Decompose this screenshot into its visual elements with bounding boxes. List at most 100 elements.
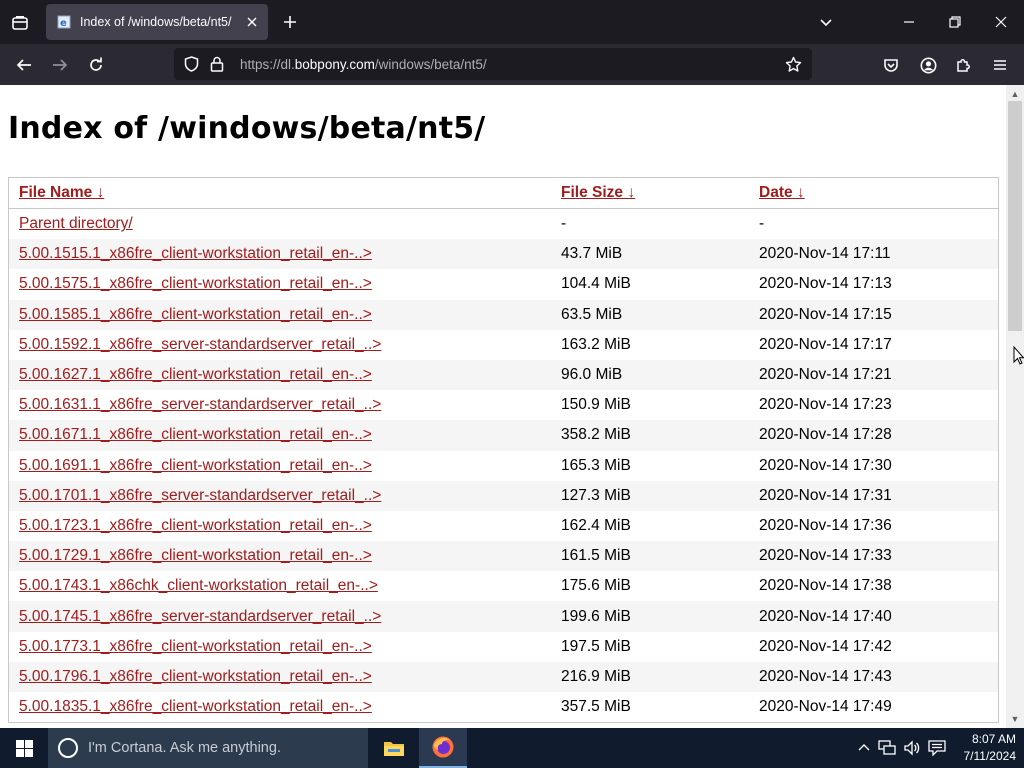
table-row: 5.00.1729.1_x86fre_client-workstation_re… [9,541,998,572]
file-date-cell: 2020-Nov-14 17:30 [759,456,892,474]
menu-button[interactable] [985,50,1015,80]
taskbar-file-explorer[interactable] [370,728,418,768]
file-date-cell: 2020-Nov-14 17:43 [749,661,998,692]
windows-taskbar: I'm Cortana. Ask me anything. 8:07 AM 7/… [0,728,1024,768]
page-title: Index of /windows/beta/nt5/ [8,111,486,146]
file-link[interactable]: 5.00.1671.1_x86fre_client-workstation_re… [19,426,372,443]
file-name-cell: Parent directory/ [9,209,551,239]
scroll-down-button[interactable]: ▼ [1006,711,1024,727]
file-name-cell: 5.00.1701.1_x86fre_server-standardserver… [9,480,551,511]
reload-button[interactable] [81,50,111,80]
file-link[interactable]: 5.00.1585.1_x86fre_client-workstation_re… [19,306,372,323]
file-name-cell: 5.00.1745.1_x86fre_server-standardserver… [9,601,551,632]
account-button[interactable] [913,50,943,80]
table-row: 5.00.1743.1_x86chk_client-workstation_re… [9,571,998,601]
file-link[interactable]: 5.00.1691.1_x86fre_client-workstation_re… [19,457,372,474]
close-tab-button[interactable] [240,10,264,34]
sort-by-name-link[interactable]: File Name ↓ [19,184,104,201]
url-path: /windows/beta/nt5/ [374,56,487,72]
file-name-cell: 5.00.1773.1_x86fre_client-workstation_re… [9,632,551,662]
file-link[interactable]: 5.00.1796.1_x86fre_client-workstation_re… [19,668,372,685]
file-link[interactable]: 5.00.1627.1_x86fre_client-workstation_re… [19,366,372,383]
tracking-protection-button[interactable] [178,48,204,80]
cortana-search-box[interactable]: I'm Cortana. Ask me anything. [48,728,368,768]
url-text[interactable]: https://dl.bobpony.com/windows/beta/nt5/ [240,57,487,72]
file-name-cell: 5.00.1631.1_x86fre_server-standardserver… [9,390,551,420]
file-name-cell: 5.00.1723.1_x86fre_client-workstation_re… [9,511,551,541]
start-button[interactable] [0,728,48,768]
restore-icon [949,16,961,28]
shield-icon [184,56,198,72]
file-name-cell: 5.00.1671.1_x86fre_client-workstation_re… [9,420,551,451]
scroll-thumb[interactable] [1008,101,1022,331]
file-name-cell: 5.00.1729.1_x86fre_client-workstation_re… [9,541,551,572]
pocket-button[interactable] [876,50,906,80]
extensions-button[interactable] [949,50,979,80]
parent-directory-link[interactable]: Parent directory/ [19,215,133,232]
table-row: 5.00.1691.1_x86fre_client-workstation_re… [9,451,998,481]
file-link[interactable]: 5.00.1592.1_x86fre_server-standardserver… [19,336,381,353]
network-icon [878,740,896,755]
pocket-icon [884,59,898,72]
scroll-up-button[interactable]: ▲ [1006,86,1024,102]
file-link[interactable]: 5.00.1575.1_x86fre_client-workstation_re… [19,275,372,292]
file-link[interactable]: 5.00.1743.1_x86chk_client-workstation_re… [19,577,378,594]
star-icon [785,56,801,72]
site-security-button[interactable] [204,48,230,80]
table-header-row: File Name ↓ File Size ↓ Date ↓ [9,178,998,209]
table-row: 5.00.1723.1_x86fre_client-workstation_re… [9,511,998,541]
list-all-tabs-button[interactable] [803,0,849,44]
taskbar-clock[interactable]: 8:07 AM 7/11/2024 [948,731,1017,765]
reload-icon [90,57,102,71]
close-icon [247,17,257,27]
tab-list-button[interactable] [6,9,34,37]
chevron-down-icon [820,19,832,27]
file-date-cell: 2020-Nov-14 17:11 [749,239,998,270]
file-date-cell: 2020-Nov-14 17:31 [749,480,998,511]
file-size-cell: 96.0 MiB [551,359,749,391]
restore-button[interactable] [932,0,978,44]
file-name-cell: 5.00.1796.1_x86fre_client-workstation_re… [9,661,551,692]
taskbar-firefox[interactable] [419,728,467,768]
file-size-cell: 216.9 MiB [551,661,749,692]
address-bar[interactable]: https://dl.bobpony.com/windows/beta/nt5/ [174,48,812,80]
vertical-scrollbar[interactable]: ▲ ▼ [1006,85,1024,728]
file-link[interactable]: 5.00.1835.1_x86fre_client-workstation_re… [19,698,372,715]
minimize-icon [904,21,914,23]
file-link[interactable]: 5.00.1773.1_x86fre_client-workstation_re… [19,638,372,655]
file-link[interactable]: 5.00.1515.1_x86fre_client-workstation_re… [19,245,372,262]
table-row: 5.00.1585.1_x86fre_client-workstation_re… [9,299,998,330]
bookmark-button[interactable] [780,51,806,77]
show-hidden-icons-button[interactable] [854,738,874,758]
sort-by-size-link[interactable]: File Size ↓ [561,184,635,201]
file-link[interactable]: 5.00.1745.1_x86fre_server-standardserver… [19,608,381,625]
file-link[interactable]: 5.00.1723.1_x86fre_client-workstation_re… [19,517,372,534]
file-size-cell: 161.5 MiB [551,541,749,572]
forward-button[interactable] [45,50,75,80]
file-size-cell: 199.6 MiB [551,601,749,632]
sort-by-date-link[interactable]: Date ↓ [759,184,805,201]
plus-icon [284,16,296,28]
file-name-cell: 5.00.1515.1_x86fre_client-workstation_re… [9,239,551,270]
file-name-cell: 5.00.1691.1_x86fre_client-workstation_re… [9,451,551,481]
minimize-button[interactable] [886,0,932,44]
notifications-button[interactable] [927,738,947,758]
svg-text:e: e [60,18,67,29]
table-row: 5.00.1701.1_x86fre_server-standardserver… [9,480,998,511]
new-tab-button[interactable] [276,8,304,36]
network-button[interactable] [877,738,897,758]
volume-button[interactable] [902,738,922,758]
windows-logo-icon [15,739,33,757]
table-row: 5.00.1631.1_x86fre_server-standardserver… [9,390,998,420]
file-link[interactable]: 5.00.1631.1_x86fre_server-standardserver… [19,396,381,413]
back-button[interactable] [9,50,39,80]
file-size-cell: 104.4 MiB [561,275,631,293]
file-date-cell: 2020-Nov-14 17:15 [749,299,998,330]
file-link[interactable]: 5.00.1701.1_x86fre_server-standardserver… [19,487,381,504]
file-link[interactable]: 5.00.1729.1_x86fre_client-workstation_re… [19,547,372,564]
active-tab[interactable]: e Index of /windows/beta/nt5/ [46,4,268,40]
hamburger-menu-icon [994,60,1006,70]
file-name-cell: 5.00.1835.1_x86fre_client-workstation_re… [9,692,551,722]
file-size-cell: 357.5 MiB [561,698,631,716]
close-window-button[interactable] [978,0,1024,44]
